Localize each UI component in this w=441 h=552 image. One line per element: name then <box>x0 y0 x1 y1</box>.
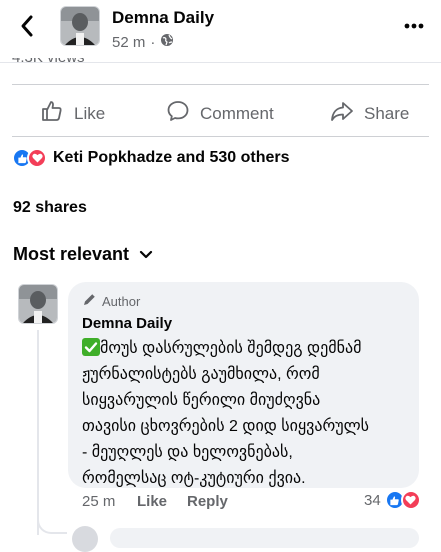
pen-icon <box>82 292 97 310</box>
author-badge-label: Author <box>102 293 141 309</box>
comment-text-content: მოუს დასრულების შემდეგ დემნამ ჟურნალისტე… <box>82 340 369 487</box>
sort-label: Most relevant <box>13 244 130 264</box>
comment-like-button[interactable]: Like <box>137 493 167 510</box>
reactions-text: Keti Popkhadze and 530 others <box>53 149 290 166</box>
comment-sort-dropdown[interactable]: Most relevant <box>13 244 153 265</box>
thumbs-up-icon <box>40 99 64 128</box>
love-reaction-icon <box>27 148 47 168</box>
comment-reply-button[interactable]: Reply <box>187 493 228 510</box>
thread-line <box>37 330 39 535</box>
reply-bubble <box>110 528 419 548</box>
post-meta: 52 m · <box>112 33 174 51</box>
actions-bottom-divider <box>12 136 429 137</box>
comment-reaction-count: 34 <box>364 491 381 509</box>
chevron-left-icon[interactable] <box>16 12 40 40</box>
comment-label: Comment <box>200 103 274 123</box>
share-label: Share <box>364 103 410 123</box>
more-dots-icon[interactable] <box>398 10 430 42</box>
comment-reactions[interactable]: 34 <box>364 490 421 510</box>
chevron-down-icon <box>139 244 153 265</box>
post-header: Demna Daily 52 m · <box>0 0 441 62</box>
post-time[interactable]: 52 m <box>112 34 145 51</box>
like-label: Like <box>74 103 106 123</box>
share-button[interactable]: Share <box>330 99 409 128</box>
views-count-partial: 4.3K views <box>12 58 85 67</box>
shares-count[interactable]: 92 shares <box>13 199 87 217</box>
reply-avatar[interactable] <box>72 526 98 552</box>
comment-bubble: Author Demna Daily მოუს დასრულების შემდე… <box>68 282 419 488</box>
page-title[interactable]: Demna Daily <box>112 8 214 28</box>
like-button[interactable]: Like <box>40 99 105 128</box>
comment-text: მოუს დასრულების შემდეგ დემნამ ჟურნალისტე… <box>82 336 405 492</box>
actions-top-divider <box>12 84 429 85</box>
comment-avatar[interactable] <box>18 284 58 324</box>
share-icon <box>330 99 354 128</box>
reactions-summary[interactable]: Keti Popkhadze and 530 others <box>12 148 290 168</box>
comment-author-name[interactable]: Demna Daily <box>82 315 405 332</box>
comment-button[interactable]: Comment <box>166 99 274 128</box>
comment-icon <box>166 99 190 128</box>
reply-thread-connector <box>37 506 67 534</box>
love-reaction-icon <box>400 490 421 510</box>
page-avatar[interactable] <box>60 6 100 46</box>
author-badge: Author <box>82 292 405 310</box>
check-mark-icon <box>82 338 100 356</box>
meta-separator: · <box>150 33 156 51</box>
comment-time[interactable]: 25 m <box>82 493 115 510</box>
globe-icon <box>160 33 174 51</box>
